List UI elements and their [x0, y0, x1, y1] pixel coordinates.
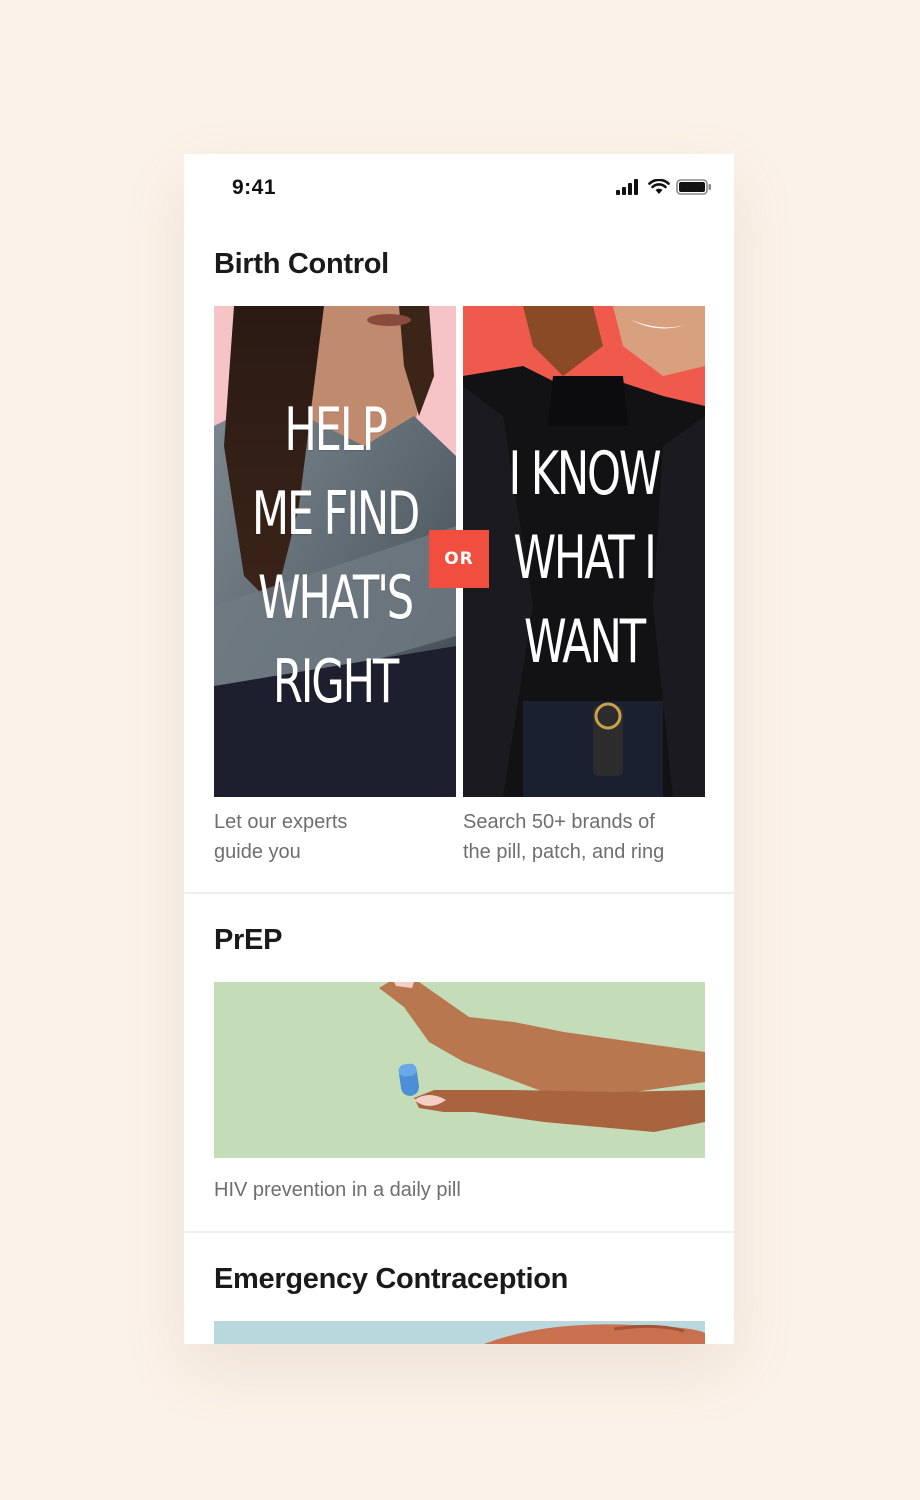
lettering-line: RIGHT [272, 647, 399, 717]
lettering-line: ME FIND [251, 479, 421, 549]
status-bar: 9:41 [184, 154, 734, 220]
phone-screen: 9:41 Birth Control HELP ME FIND WHAT'S R… [184, 154, 734, 1344]
help-me-find-card[interactable]: HELP ME FIND WHAT'S RIGHT [214, 306, 456, 797]
hand-holding-pill-photo [214, 982, 705, 1158]
section-title-birth-control: Birth Control [214, 248, 389, 280]
signal-bars-icon [616, 179, 638, 195]
section-title-prep: PrEP [214, 924, 283, 956]
lettering-line: I KNOW [508, 439, 662, 509]
section-divider [184, 892, 734, 894]
battery-icon [676, 179, 711, 195]
caption-line: guide you [214, 841, 301, 863]
status-icons [616, 179, 712, 195]
caption-line: Search 50+ brands of [463, 811, 655, 833]
help-me-find-caption: Let our experts guide you [214, 807, 347, 867]
help-me-find-lettering: HELP ME FIND WHAT'S RIGHT [248, 388, 422, 724]
caption-line: the pill, patch, and ring [463, 841, 665, 863]
hand-photo [214, 1321, 705, 1344]
prep-caption: HIV prevention in a daily pill [214, 1179, 461, 1201]
prep-card[interactable] [214, 982, 705, 1158]
wifi-icon [648, 179, 670, 194]
section-title-emergency-contraception: Emergency Contraception [214, 1263, 569, 1295]
emergency-contraception-card[interactable] [214, 1321, 705, 1344]
i-know-what-i-want-card[interactable]: I KNOW WHAT I WANT [463, 306, 705, 797]
i-know-what-i-want-caption: Search 50+ brands of the pill, patch, an… [463, 807, 664, 867]
status-time: 9:41 [232, 176, 277, 199]
section-divider [184, 1231, 734, 1233]
caption-line: Let our experts [214, 811, 348, 833]
or-badge: OR [429, 530, 489, 588]
lettering-line: HELP [284, 395, 387, 465]
i-know-what-i-want-lettering: I KNOW WHAT I WANT [497, 432, 671, 684]
lettering-line: WANT [524, 607, 646, 677]
lettering-line: WHAT'S [257, 563, 414, 633]
lettering-line: WHAT I [513, 523, 656, 593]
